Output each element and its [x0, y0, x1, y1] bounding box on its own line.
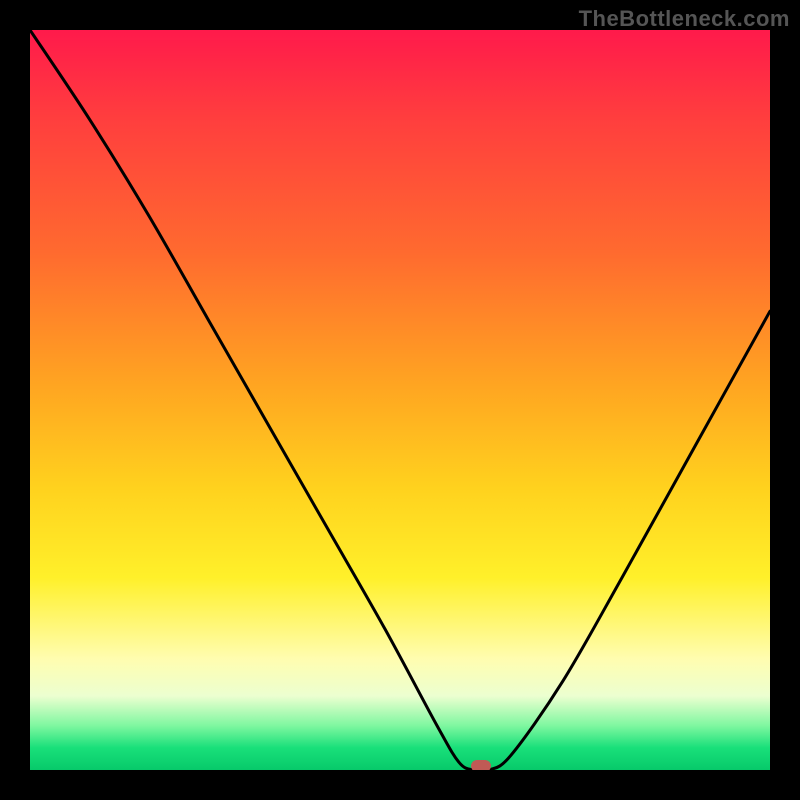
bottleneck-curve: [30, 30, 770, 770]
watermark-text: TheBottleneck.com: [579, 6, 790, 32]
min-point-marker: [471, 760, 491, 770]
chart-frame: TheBottleneck.com: [0, 0, 800, 800]
curve-path: [30, 30, 770, 770]
plot-area: [30, 30, 770, 770]
